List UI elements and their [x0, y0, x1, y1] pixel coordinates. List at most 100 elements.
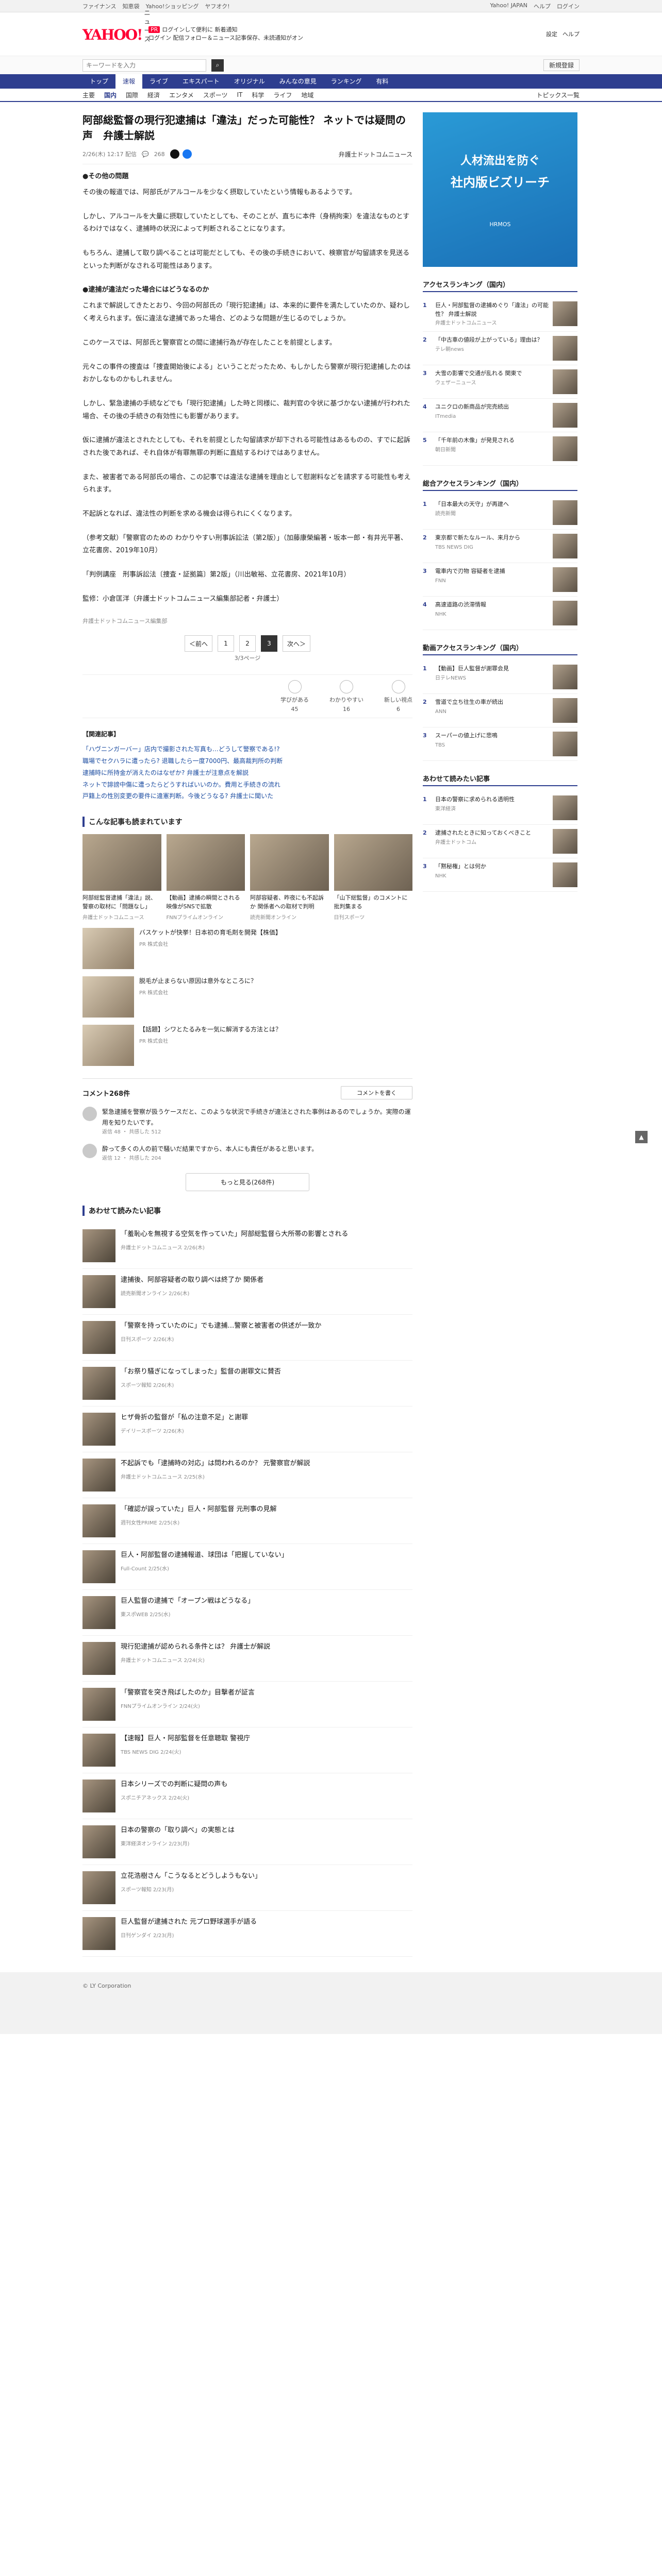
subnav-item[interactable]: 国際 [126, 91, 138, 99]
subnav-item[interactable]: 地域 [301, 91, 313, 99]
comment-icon[interactable]: 💬 [142, 151, 149, 158]
pager-prev[interactable]: ＜前へ [184, 635, 212, 652]
nav-item[interactable]: ライブ [142, 74, 175, 89]
subnav-item-active[interactable]: 国内 [104, 91, 117, 99]
list-item[interactable]: 「警察官を突き飛ばしたのか」目撃者が証言 FNNプライムオンライン 2/24(火) [82, 1682, 412, 1728]
rec-thumbnail [82, 1321, 115, 1354]
eye-icon [391, 680, 405, 694]
list-item[interactable]: 巨人監督が逮捕された 元プロ野球選手が語る 日刊ゲンダイ 2/23(月) [82, 1911, 412, 1957]
top-link[interactable]: ファイナンス [82, 2, 117, 10]
subnav-item[interactable]: エンタメ [169, 91, 194, 99]
top-right-link[interactable]: ログイン [557, 2, 580, 10]
top-link[interactable]: 知恵袋 [123, 2, 140, 10]
list-item[interactable]: 「羞恥心を無視する空気を作っていた」阿部総監督ら大所帯の影響とされる 弁護士ドット… [82, 1223, 412, 1269]
reaction-bar: 学びがある 45 わかりやすい 16 新しい視点 6 [82, 674, 412, 719]
nav-item[interactable]: エキスパート [175, 74, 227, 89]
pager-current[interactable]: 3 [261, 635, 277, 652]
recommend-card[interactable]: 【動画】逮捕の瞬間とされる映像がSNSで拡散 FNNプライムオンライン [166, 834, 245, 921]
list-item[interactable]: 不起訴でも「逮捕時の対応」は問われるのか？ 元警察官が解説 弁護士ドットコムニュー… [82, 1452, 412, 1499]
top-right-link[interactable]: ヘルプ [534, 2, 551, 10]
list-item[interactable]: 巨人監督の逮捕で「オープン戦はどうなる」 東スポWEB 2/25(水) [82, 1590, 412, 1636]
facebook-share-icon[interactable] [182, 149, 192, 159]
yahoo-news-logo[interactable]: YAHOO! ニュース [82, 9, 150, 43]
nav-item[interactable]: オリジナル [227, 74, 272, 89]
register-button[interactable]: 新規登録 [543, 59, 580, 71]
list-item[interactable]: 【速報】巨人・阿部監督を任意聴取 警視庁 TBS NEWS DIG 2/24(火) [82, 1727, 412, 1774]
search-input[interactable] [82, 59, 206, 72]
subnav-item[interactable]: スポーツ [203, 91, 228, 99]
ad-row[interactable]: 脱毛が止まらない原因は意外なところに？ PR 株式会社 [82, 976, 412, 1018]
ranking-item[interactable]: 2 逮捕されたときに知っておくべきこと 弁護士ドットコム [423, 825, 577, 858]
list-item[interactable]: 「警察を持っていたのに」でも逮捕…警察と被害者の供述が一致か 日刊スポーツ 2/2… [82, 1315, 412, 1361]
ad-row[interactable]: バスケットが快挙！日本初の育毛剤を開発【株価】 PR 株式会社 [82, 928, 412, 970]
nav-item[interactable]: トップ [82, 74, 115, 89]
ranking-item[interactable]: 1 巨人・阿部監督の逮捕めぐり「違法」の可能性？ 弁護士解説 弁護士ドットコムニュー… [423, 297, 577, 332]
ranking-item[interactable]: 3 スーパーの値上げに悲鳴 TBS [423, 727, 577, 761]
list-item[interactable]: 現行犯逮捕が認められる条件とは？ 弁護士が解説 弁護士ドットコムニュース 2/24… [82, 1636, 412, 1682]
list-item[interactable]: 巨人・阿部監督の逮捕報道、球団は「把握していない」 Full-Count 2/25… [82, 1544, 412, 1590]
header-right-link[interactable]: ヘルプ [562, 30, 580, 38]
reaction-new[interactable]: 新しい視点 6 [384, 680, 412, 713]
pager-page[interactable]: 2 [239, 635, 256, 652]
list-item[interactable]: 逮捕後、阿部容疑者の取り調べは終了か 関係者 読売新聞オンライン 2/26(木) [82, 1269, 412, 1315]
recommend-card[interactable]: 阿部総監督逮捕「違法」説、警察の取材に「問題なし」 弁護士ドットコムニュース [82, 834, 161, 921]
article-source[interactable]: 弁護士ドットコムニュース [339, 150, 412, 159]
list-item[interactable]: 立花浩樹さん「こうなるとどうしようもない」 スポーツ報知 2/23(月) [82, 1865, 412, 1911]
paragraph: 仮に逮捕が違法とされたとしても、それを前提とした勾留請求が却下される可能性はある… [82, 436, 410, 457]
paragraph: その後の報道では、阿部氏がアルコールを少なく摂取していたという情報もあるようです… [82, 189, 356, 196]
list-item[interactable]: 「お祭り騒ぎになってしまった」監督の謝罪文に賛否 スポーツ報知 2/26(木) [82, 1361, 412, 1407]
list-item[interactable]: 日本シリーズでの判断に疑問の声も スポニチアネックス 2/24(火) [82, 1773, 412, 1820]
ranking-item[interactable]: 3 電車内で刃物 容疑者を逮捕 FNN [423, 563, 577, 597]
more-comments-button[interactable]: もっと見る(268件) [186, 1173, 309, 1192]
list-item[interactable]: 「確認が誤っていた」巨人・阿部監督 元刑事の見解 週刊女性PRIME 2/25(水… [82, 1498, 412, 1545]
ranking-item[interactable]: 1 「日本最大の天守」が再建へ 読売新聞 [423, 496, 577, 530]
back-to-top-button[interactable]: ▲ [635, 1131, 648, 1143]
list-item[interactable]: 日本の警察の「取り調べ」の実態とは 東洋経済オンライン 2/23(月) [82, 1819, 412, 1866]
search-icon[interactable]: ⌕ [211, 59, 224, 72]
reaction-clear[interactable]: わかりやすい 16 [329, 680, 363, 713]
topics-list-link[interactable]: トピックス一覧 [536, 91, 580, 99]
ranking-item[interactable]: 2 「中古車の値段が上がっている」理由は？ テレ朝news [423, 332, 577, 365]
ranking-item[interactable]: 2 雪道で立ち往生の車が続出 ANN [423, 694, 577, 727]
recommend-card[interactable]: 阿部容疑者、昨夜にも不起訴か 関係者への取材で判明 読売新聞オンライン [250, 834, 329, 921]
search-row: ⌕ 新規登録 [0, 56, 662, 74]
ad-row[interactable]: 【話題】シワとたるみを一気に解消する方法とは？ PR 株式会社 [82, 1025, 412, 1066]
comment-count[interactable]: 268 [154, 151, 165, 158]
subnav-item[interactable]: IT [237, 91, 242, 98]
nav-item[interactable]: ランキング [324, 74, 369, 89]
top-link[interactable]: Yahoo!ショッピング [146, 2, 199, 10]
sidebar-ad[interactable]: 人材流出を防ぐ 社内版ビズリーチ HRMOS [423, 112, 577, 267]
ranking-item[interactable]: 4 ユニクロの新商品が完売続出 ITmedia [423, 399, 577, 432]
top-link[interactable]: ヤフオク! [205, 2, 229, 10]
login-promo[interactable]: PR ログインして便利に 新着通知 ログイン 配信フォロー＆ニュース記事保存、未読… [148, 26, 303, 43]
ranking-item[interactable]: 3 大雪の影響で交通が乱れる 関東で ウェザーニュース [423, 365, 577, 399]
ranking-item[interactable]: 4 高速道路の渋滞情報 NHK [423, 597, 577, 630]
page-info: 3/3ページ [234, 655, 261, 662]
related-link[interactable]: 職場でセクハラに遭ったら? 退職したら一度7000円、最高裁判所の判断 [82, 755, 412, 767]
nav-item[interactable]: 有料 [369, 74, 395, 89]
subnav-item[interactable]: 主要 [82, 91, 95, 99]
ranking-item[interactable]: 2 東京都で新たなルール、来月から TBS NEWS DIG [423, 530, 577, 563]
nav-item[interactable]: みんなの意見 [272, 74, 324, 89]
subnav-item[interactable]: ライフ [273, 91, 292, 99]
top-right-link[interactable]: Yahoo! JAPAN [490, 2, 527, 10]
subnav-item[interactable]: 経済 [147, 91, 160, 99]
ranking-item[interactable]: 3 「黙秘権」とは何か NHK [423, 858, 577, 892]
ranking-item[interactable]: 5 「千年前の木像」が発見される 朝日新聞 [423, 432, 577, 466]
write-comment-button[interactable]: コメントを書く [341, 1086, 412, 1100]
pager-next[interactable]: 次へ＞ [283, 635, 311, 652]
nav-item-active[interactable]: 速報 [115, 74, 143, 89]
pager-page[interactable]: 1 [218, 635, 234, 652]
subnav-item[interactable]: 科学 [252, 91, 264, 99]
related-link[interactable]: 「ハヴニンガーバー」店内で撮影された写真も…どうして警察である!? [82, 743, 412, 755]
x-share-icon[interactable] [170, 149, 179, 159]
header-right-link[interactable]: 設定 [546, 30, 557, 38]
related-link[interactable]: 戸籍上の性別変更の要件に違憲判断。今後どうなる? 弁護士に聞いた [82, 790, 412, 802]
related-link[interactable]: ネットで誹謗中傷に遭ったらどうすればいいのか。費用と手続きの流れ [82, 779, 412, 791]
recommend-card[interactable]: 「山下総監督」のコメントに批判集まる 日刊スポーツ [334, 834, 412, 921]
ranking-item[interactable]: 1 日本の警察に求められる透明性 東洋経済 [423, 791, 577, 825]
related-link[interactable]: 逮捕時に所持金が消えたのはなぜか? 弁護士が注意点を解説 [82, 767, 412, 779]
reaction-learn[interactable]: 学びがある 45 [280, 680, 309, 713]
ranking-item[interactable]: 1 【動画】巨人監督が謝罪会見 日テレNEWS [423, 660, 577, 694]
list-item[interactable]: ヒザ骨折の監督が「私の注意不足」と謝罪 デイリースポーツ 2/26(木) [82, 1406, 412, 1453]
